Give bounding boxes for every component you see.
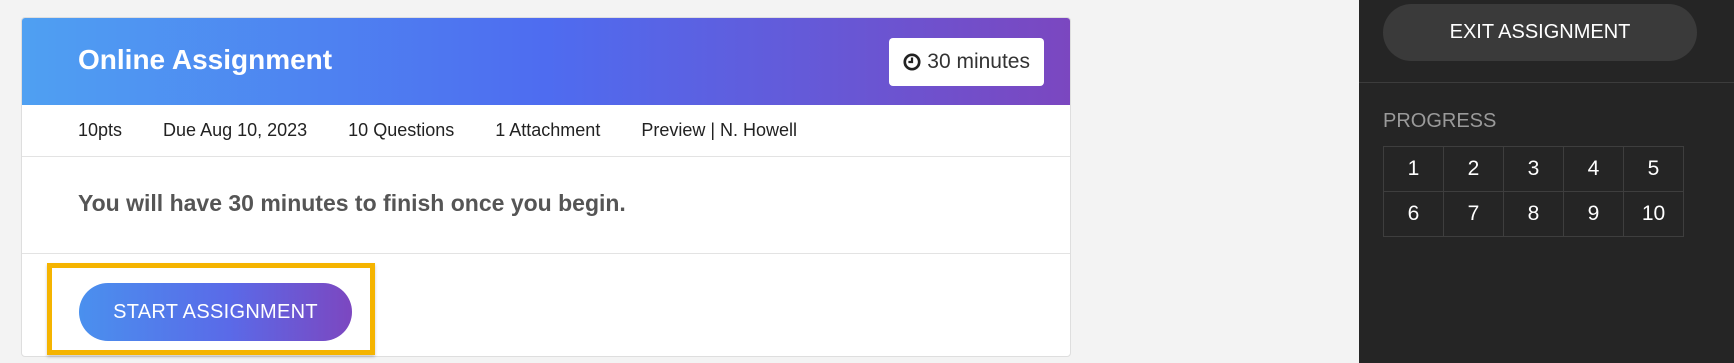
question-cell-7[interactable]: 7 [1444, 192, 1504, 237]
time-notice-text: You will have 30 minutes to finish once … [78, 190, 626, 216]
question-cell-10[interactable]: 10 [1624, 192, 1684, 237]
question-cell-3[interactable]: 3 [1504, 147, 1564, 192]
question-cell-2[interactable]: 2 [1444, 147, 1504, 192]
question-cell-8[interactable]: 8 [1504, 192, 1564, 237]
due-date: Due Aug 10, 2023 [163, 120, 308, 140]
card-header: Online Assignment 30 minutes [22, 18, 1070, 105]
timer-text: 30 minutes [927, 50, 1030, 73]
attachment-count: 1 Attachment [495, 120, 601, 140]
assignment-title: Online Assignment [78, 44, 333, 75]
question-count: 10 Questions [348, 120, 455, 140]
question-cell-9[interactable]: 9 [1564, 192, 1624, 237]
time-notice: You will have 30 minutes to finish once … [22, 157, 1070, 254]
timer-badge: 30 minutes [889, 38, 1044, 86]
page: Online Assignment 30 minutes 10pts Due A… [0, 0, 1734, 363]
question-cell-5[interactable]: 5 [1624, 147, 1684, 192]
question-cell-6[interactable]: 6 [1384, 192, 1444, 237]
progress-panel: EXIT ASSIGNMENT PROGRESS 1 2 3 4 5 6 7 8… [1359, 0, 1734, 363]
exit-assignment-button[interactable]: EXIT ASSIGNMENT [1383, 4, 1697, 61]
clock-icon [903, 53, 921, 71]
points-value: 10pts [78, 120, 123, 140]
question-cell-1[interactable]: 1 [1384, 147, 1444, 192]
preview-author: Preview | N. Howell [641, 120, 798, 140]
question-cell-4[interactable]: 4 [1564, 147, 1624, 192]
divider [1359, 82, 1734, 83]
progress-label: PROGRESS [1383, 110, 1497, 132]
assignment-meta-bar: 10pts Due Aug 10, 2023 10 Questions 1 At… [22, 105, 1070, 157]
progress-grid: 1 2 3 4 5 6 7 8 9 10 [1383, 146, 1684, 237]
start-assignment-button[interactable]: START ASSIGNMENT [79, 283, 352, 341]
